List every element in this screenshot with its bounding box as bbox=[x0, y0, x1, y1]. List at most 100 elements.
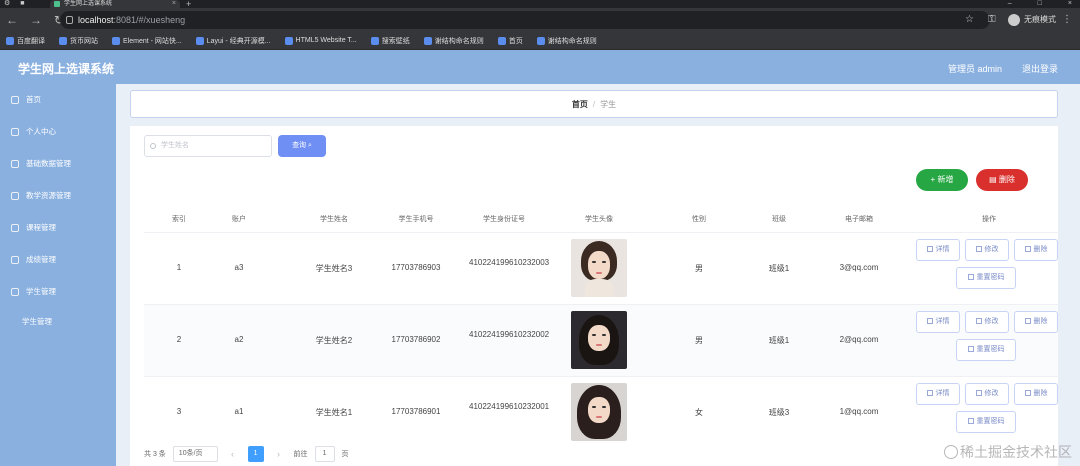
bookmark-icon bbox=[195, 36, 204, 45]
column-header: 账户 bbox=[232, 216, 246, 223]
profile-button[interactable]: 无痕模式 bbox=[1008, 13, 1056, 27]
forward-icon[interactable]: → bbox=[30, 13, 42, 27]
table-row: 2 a2 学生姓名2 17703786902 41022419961023200… bbox=[144, 304, 1058, 376]
tab-search-icon[interactable]: ■ bbox=[20, 0, 24, 8]
sidebar-item-home[interactable]: 首页 bbox=[0, 84, 116, 116]
column-header: 学生头像 bbox=[585, 216, 613, 223]
logout-link[interactable]: 退出登录 bbox=[1022, 62, 1058, 75]
goto-label: 前往 bbox=[293, 451, 308, 458]
search-button[interactable]: 查询 ⌕ bbox=[278, 135, 326, 157]
bookmark-item[interactable]: Layui - 经典开源模... bbox=[195, 36, 271, 46]
info-icon[interactable] bbox=[66, 16, 73, 24]
table-row: 3 a1 学生姓名1 17703786901 41022419961023200… bbox=[144, 376, 1058, 448]
batch-delete-button[interactable]: ▤ 删除 bbox=[976, 169, 1028, 191]
tab-title: 学生网上选课系统 bbox=[64, 1, 113, 7]
reset-password-button[interactable]: 重置密码 bbox=[956, 267, 1016, 289]
bookmark-item[interactable]: 谢结构命名规则 bbox=[423, 36, 484, 46]
bookmark-item[interactable]: 首页 bbox=[497, 36, 523, 46]
student-avatar bbox=[571, 383, 627, 441]
detail-button[interactable]: 详情 bbox=[916, 311, 960, 333]
pagination: 共 3 条 10条/页 ‹ 1 › 前往 1 页 bbox=[144, 446, 349, 462]
minimize-icon[interactable]: – bbox=[1008, 0, 1012, 8]
lock-icon bbox=[967, 274, 974, 280]
cell-account: a1 bbox=[234, 407, 244, 416]
menu-icon bbox=[11, 160, 19, 168]
sidebar-item-grades[interactable]: 成绩管理 bbox=[0, 244, 116, 276]
bookmark-item[interactable]: HTML5 Website T... bbox=[284, 36, 357, 45]
table-row: 1 a3 学生姓名3 17703786903 41022419961023200… bbox=[144, 232, 1058, 304]
app-title: 学生网上选课系统 bbox=[18, 62, 115, 76]
more-icon[interactable]: ⋮ bbox=[1062, 14, 1072, 25]
edit-button[interactable]: 修改 bbox=[965, 239, 1009, 261]
cell-index: 2 bbox=[176, 335, 182, 344]
table-header: 索引 账户 学生姓名 学生手机号 学生身份证号 学生头像 性别 班级 电子邮箱 … bbox=[144, 204, 1058, 232]
bookmark-item[interactable]: 百度翻译 bbox=[6, 36, 45, 46]
total-count: 共 3 条 bbox=[144, 451, 166, 458]
sidebar-subitem-students[interactable]: 学生管理 bbox=[0, 306, 116, 338]
tab-close-icon[interactable]: × bbox=[172, 0, 176, 8]
student-avatar bbox=[571, 311, 627, 369]
detail-button[interactable]: 详情 bbox=[916, 383, 960, 405]
bookmark-item[interactable]: 谢结构命名规则 bbox=[536, 36, 597, 46]
cell-gender: 男 bbox=[695, 264, 703, 273]
watermark: 稀土掘金技术社区 bbox=[944, 442, 1072, 462]
delete-button[interactable]: 删除 bbox=[1014, 311, 1058, 333]
cell-class: 班级1 bbox=[768, 336, 790, 345]
sidebar-item-basic-data[interactable]: 基础数据管理 bbox=[0, 148, 116, 180]
search-input[interactable]: 学生姓名 bbox=[144, 135, 272, 157]
sidebar-item-students[interactable]: 学生管理 bbox=[0, 276, 116, 308]
maximize-icon[interactable]: □ bbox=[1038, 0, 1042, 8]
window-close-icon[interactable]: × bbox=[1068, 0, 1072, 8]
bookmark-item[interactable]: 搜索壁纸 bbox=[370, 36, 410, 46]
bookmark-item[interactable]: 货币网站 bbox=[59, 36, 98, 46]
app-header: 学生网上选课系统 管理员 admin 退出登录 bbox=[0, 50, 1080, 84]
bookmark-item[interactable]: Element - 网站快... bbox=[112, 36, 182, 46]
edit-icon bbox=[975, 246, 982, 252]
edit-button[interactable]: 修改 bbox=[965, 383, 1009, 405]
browser-tab[interactable]: 学生网上选课系统 × bbox=[50, 0, 180, 8]
sidebar-item-profile[interactable]: 个人中心 bbox=[0, 116, 116, 148]
back-icon[interactable]: ← bbox=[6, 13, 18, 27]
browser-menu-icon[interactable]: ⚙ bbox=[4, 0, 10, 8]
reset-password-button[interactable]: 重置密码 bbox=[956, 339, 1016, 361]
edit-button[interactable]: 修改 bbox=[965, 311, 1009, 333]
cell-phone: 17703786901 bbox=[391, 407, 441, 416]
sidebar-item-resources[interactable]: 教学资源管理 bbox=[0, 180, 116, 212]
breadcrumb-separator: / bbox=[592, 100, 596, 109]
breadcrumb-current: 学生 bbox=[600, 100, 617, 109]
cell-email: 2@qq.com bbox=[839, 335, 879, 344]
bookmark-star-icon[interactable]: ☆ bbox=[965, 14, 974, 25]
search-icon: ⌕ bbox=[308, 142, 312, 149]
page-number-current[interactable]: 1 bbox=[247, 446, 264, 462]
bookmark-icon bbox=[112, 36, 120, 45]
prev-page-button[interactable]: ‹ bbox=[225, 449, 241, 459]
cell-gender: 男 bbox=[695, 336, 703, 345]
delete-button[interactable]: 删除 bbox=[1014, 383, 1058, 405]
main-area: 首页 / 学生 学生姓名 查询 ⌕ + 新增 ▤ 删除 索引 账户 学生姓名 学生手… bbox=[116, 84, 1080, 466]
cell-account: a3 bbox=[234, 263, 244, 272]
home-icon bbox=[11, 96, 19, 104]
cell-class: 班级3 bbox=[768, 408, 790, 417]
menu-icon bbox=[11, 256, 19, 264]
cell-account: a2 bbox=[234, 335, 244, 344]
browser-toolbar: ← → ↻ localhost:8081/#/xuesheng ☆ ⚿ 无痕模式… bbox=[0, 8, 1080, 32]
column-header: 班级 bbox=[772, 216, 786, 223]
add-button[interactable]: + 新增 bbox=[916, 169, 968, 191]
key-icon[interactable]: ⚿ bbox=[988, 14, 996, 25]
reset-password-button[interactable]: 重置密码 bbox=[956, 411, 1016, 433]
next-page-button[interactable]: › bbox=[271, 449, 287, 459]
edit-icon bbox=[975, 390, 982, 396]
page-size-select[interactable]: 10条/页 bbox=[172, 446, 218, 462]
column-header: 索引 bbox=[172, 216, 186, 223]
trash-icon bbox=[1024, 246, 1031, 252]
cell-class: 班级1 bbox=[768, 264, 790, 273]
breadcrumb-home[interactable]: 首页 bbox=[572, 100, 588, 109]
column-header: 性别 bbox=[692, 216, 706, 223]
address-bar[interactable]: localhost:8081/#/xuesheng bbox=[60, 11, 990, 29]
goto-page-input[interactable]: 1 bbox=[314, 446, 335, 462]
delete-button[interactable]: 删除 bbox=[1014, 239, 1058, 261]
cell-email: 1@qq.com bbox=[839, 407, 879, 416]
sidebar-item-courses[interactable]: 课程管理 bbox=[0, 212, 116, 244]
detail-button[interactable]: 详情 bbox=[916, 239, 960, 261]
cell-gender: 女 bbox=[695, 408, 703, 417]
